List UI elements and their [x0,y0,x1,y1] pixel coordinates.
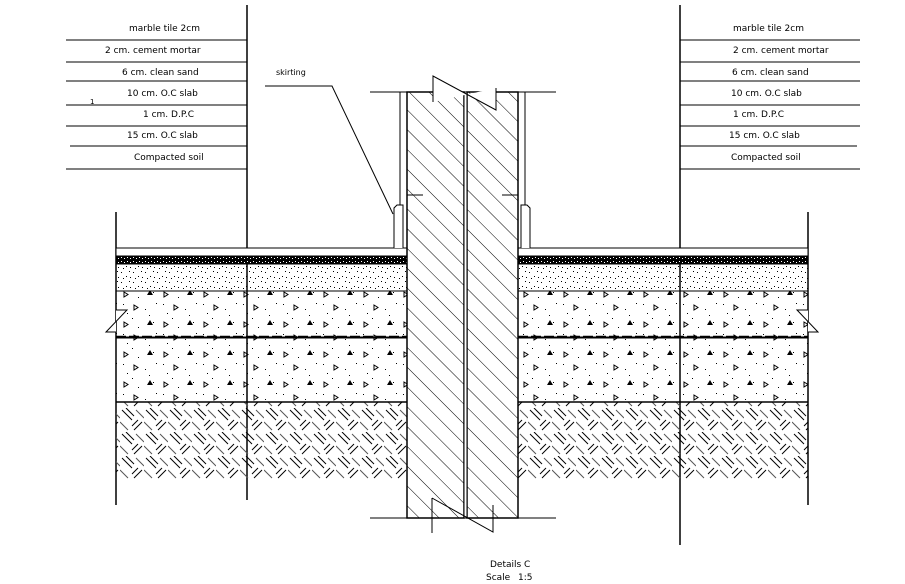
skirting-right [520,204,531,248]
wall-cavity [463,91,468,519]
compacted-soil-layer-left [116,402,407,479]
oc-slab-10-layer-left [115,290,408,338]
legend-left-marker: 1 [90,98,94,106]
skirting-leader-line [265,85,394,215]
wall-leaf-left [406,91,465,519]
legend-left-layer-4: 10 cm. O.C slab [127,89,198,99]
floor-section-right [517,212,820,505]
legend-left-layer-5: 1 cm. D.P.C [143,110,194,120]
oc-slab-10-layer-right [517,290,809,338]
section-drawing: marble tile 2cm 2 cm. cement mortar 6 cm… [66,5,860,583]
cement-mortar-layer-left [115,255,408,265]
oc-slab-15-layer-left [115,337,408,403]
legend-right-layer-7: Compacted soil [731,153,801,163]
clean-sand-layer-left [115,263,408,292]
scale-value: 1:5 [518,573,532,583]
legend-left-layer-7: Compacted soil [134,153,204,163]
compacted-soil-layer-right [518,402,808,479]
legend-right-layer-1: marble tile 2cm [733,24,804,34]
scale-label: Scale [486,573,511,583]
clean-sand-layer-right [517,263,809,292]
oc-slab-15-layer-right [517,337,809,403]
floor-section-left [104,212,408,505]
marble-tile-layer-left [115,247,408,257]
legend-left-layer-2: 2 cm. cement mortar [105,46,201,56]
skirting-left [393,204,404,248]
legend-right-layer-4: 10 cm. O.C slab [731,89,802,99]
legend-left-layer-6: 15 cm. O.C slab [127,131,198,141]
legend-left-layer-3: 6 cm. clean sand [122,68,199,78]
drawing-title: Details C [490,560,530,570]
legend-right-layer-5: 1 cm. D.P.C [733,110,784,120]
legend-right-layer-6: 15 cm. O.C slab [729,131,800,141]
skirting-label: skirting [276,68,306,77]
legend-left-layer-1: marble tile 2cm [129,24,200,34]
skirting-annotation: skirting [265,68,394,215]
marble-tile-layer-right [517,247,809,257]
legend-right-layer-3: 6 cm. clean sand [732,68,809,78]
cement-mortar-layer-right [517,255,809,265]
legend-right-layer-2: 2 cm. cement mortar [733,46,829,56]
wall-leaf-right [466,91,519,519]
